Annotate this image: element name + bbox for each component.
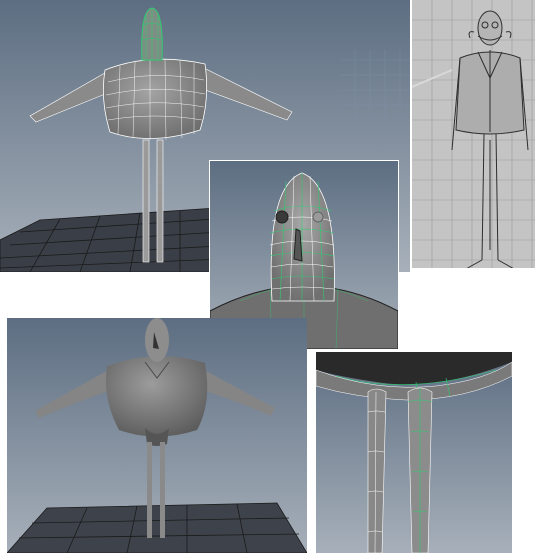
left-leg: [147, 442, 152, 538]
right-leg: [160, 442, 165, 538]
viewport-legs-closeup[interactable]: [316, 352, 512, 553]
torso-mesh: [105, 356, 208, 437]
viewport-concept-sketch[interactable]: [412, 0, 535, 272]
shaded-canvas: [7, 318, 307, 553]
legs-canvas: [316, 352, 512, 553]
viewport-smooth-shaded[interactable]: [7, 318, 307, 553]
ground-grid-icon: [7, 502, 307, 553]
sketch-canvas: [412, 0, 535, 272]
head-mesh: [145, 318, 169, 362]
